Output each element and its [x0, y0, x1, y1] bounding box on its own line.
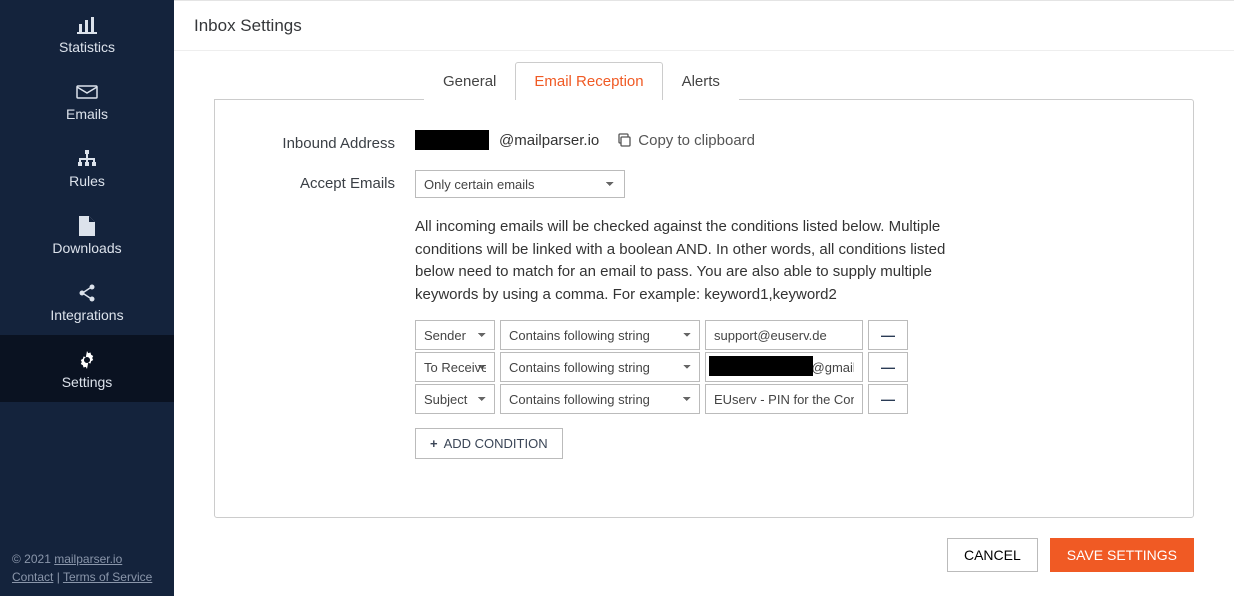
accept-emails-select[interactable]: Only certain emails [415, 170, 625, 198]
remove-condition-button[interactable]: — [868, 320, 908, 350]
sidebar-item-settings[interactable]: Settings [0, 335, 174, 402]
brand-link[interactable]: mailparser.io [54, 552, 122, 566]
tabs: General Email Reception Alerts [424, 61, 1194, 99]
sidebar-item-label: Downloads [52, 240, 121, 256]
condition-operator-select[interactable]: Contains following string [500, 384, 700, 414]
copy-icon [617, 133, 632, 148]
tab-email-reception[interactable]: Email Reception [515, 62, 662, 100]
plus-icon: + [430, 436, 438, 451]
contact-link[interactable]: Contact [12, 570, 53, 584]
share-icon [78, 283, 96, 303]
sitemap-icon [77, 149, 97, 169]
bar-chart-icon [77, 15, 97, 35]
add-condition-button[interactable]: + ADD CONDITION [415, 428, 563, 459]
condition-operator-select[interactable]: Contains following string [500, 352, 700, 382]
condition-field-select[interactable]: Subject [415, 384, 495, 414]
minus-icon: — [881, 391, 895, 407]
condition-row: Sender Contains following string — [415, 320, 1163, 350]
minus-icon: — [881, 327, 895, 343]
sidebar-item-label: Rules [69, 173, 105, 189]
conditions-table: Sender Contains following string — To Re… [415, 320, 1163, 414]
condition-row: To Receiver Contains following string — [415, 352, 1163, 382]
sidebar-item-emails[interactable]: Emails [0, 67, 174, 134]
accept-emails-label: Accept Emails [245, 170, 415, 192]
cancel-button[interactable]: CANCEL [947, 538, 1038, 572]
sidebar: Statistics Emails Rules Downloads Integr… [0, 0, 174, 596]
gear-icon [78, 350, 96, 370]
sidebar-item-label: Statistics [59, 39, 115, 55]
sidebar-item-label: Settings [62, 374, 113, 390]
copy-to-clipboard-button[interactable]: Copy to clipboard [617, 132, 755, 149]
sidebar-item-downloads[interactable]: Downloads [0, 201, 174, 268]
inbound-address-label: Inbound Address [245, 130, 415, 152]
sidebar-item-label: Emails [66, 106, 108, 122]
help-text: All incoming emails will be checked agai… [415, 216, 975, 306]
condition-value-input[interactable] [705, 384, 863, 414]
condition-row: Subject Contains following string — [415, 384, 1163, 414]
sidebar-item-integrations[interactable]: Integrations [0, 268, 174, 335]
main-content: Inbox Settings General Email Reception A… [174, 0, 1234, 596]
inbound-address-redacted [415, 130, 489, 150]
sidebar-item-label: Integrations [50, 307, 123, 323]
tab-alerts[interactable]: Alerts [663, 62, 739, 100]
save-settings-button[interactable]: SAVE SETTINGS [1050, 538, 1194, 572]
footer-actions: CANCEL SAVE SETTINGS [214, 518, 1194, 572]
minus-icon: — [881, 359, 895, 375]
condition-field-select[interactable]: Sender [415, 320, 495, 350]
condition-operator-select[interactable]: Contains following string [500, 320, 700, 350]
terms-link[interactable]: Terms of Service [63, 570, 152, 584]
file-icon [79, 216, 95, 236]
envelope-icon [76, 82, 98, 102]
add-condition-label: ADD CONDITION [444, 436, 548, 451]
condition-field-select[interactable]: To Receiver [415, 352, 495, 382]
sidebar-item-rules[interactable]: Rules [0, 134, 174, 201]
sidebar-item-statistics[interactable]: Statistics [0, 0, 174, 67]
remove-condition-button[interactable]: — [868, 384, 908, 414]
inbound-address-domain: @mailparser.io [499, 132, 599, 149]
page-title: Inbox Settings [194, 16, 302, 36]
condition-value-input[interactable] [705, 352, 863, 382]
top-bar: Inbox Settings [174, 1, 1234, 51]
condition-value-input[interactable] [705, 320, 863, 350]
settings-panel: Inbound Address @mailparser.io Copy to c… [214, 99, 1194, 518]
copyright-text: © 2021 [12, 552, 54, 566]
tab-general[interactable]: General [424, 62, 515, 100]
copy-label: Copy to clipboard [638, 132, 755, 149]
remove-condition-button[interactable]: — [868, 352, 908, 382]
sidebar-footer: © 2021 mailparser.io Contact | Terms of … [12, 550, 152, 586]
